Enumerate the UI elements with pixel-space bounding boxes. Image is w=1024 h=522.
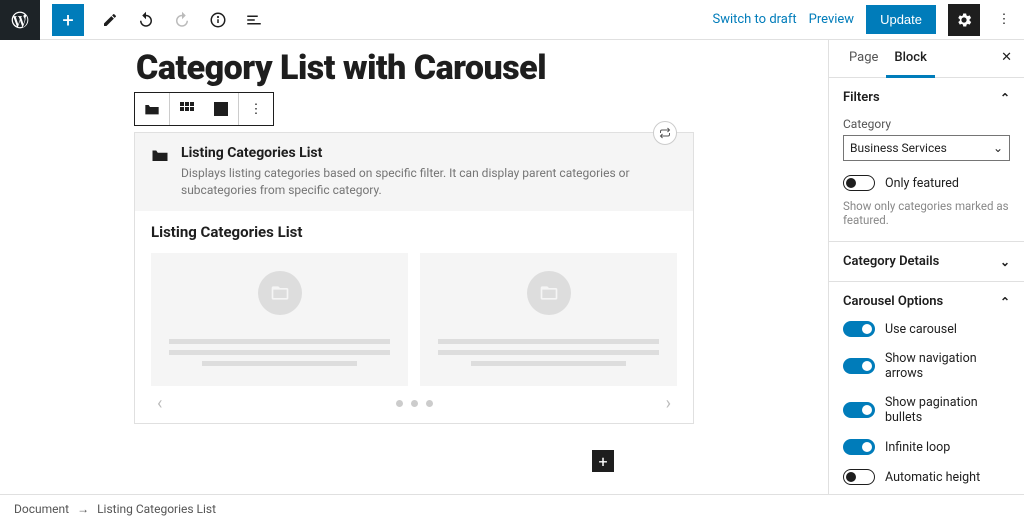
editor-canvas: Category List with Carousel ⋮ [0,40,828,494]
help-text: Show only categories marked as featured. [843,199,1010,227]
folder-open-icon [527,271,571,315]
breadcrumb: Document → Listing Categories List [0,494,1024,522]
breadcrumb-root[interactable]: Document [14,502,69,516]
category-card-placeholder [420,253,677,386]
panel-title: Carousel Options [843,294,943,309]
toggle-label: Show navigation arrows [885,351,1010,381]
sidebar-tabs: Page Block ✕ [829,40,1024,78]
wordpress-logo[interactable] [0,0,40,40]
panel-category-details: Category Details ⌄ [829,242,1024,282]
toggle-label: Automatic height [885,470,980,485]
infinite-loop-toggle[interactable] [843,439,875,455]
chevron-up-icon: ⌃ [1000,91,1010,105]
chevron-up-icon: ⌃ [1000,295,1010,309]
block-type-icon[interactable] [135,93,169,125]
only-featured-toggle[interactable] [843,175,875,191]
page-title[interactable]: Category List with Carousel [134,48,694,88]
layout-grid-icon[interactable] [170,93,204,125]
edit-tool-icon[interactable] [96,2,124,38]
insert-block-button[interactable]: + [592,450,614,472]
tab-page[interactable]: Page [841,40,886,77]
panel-filters-header[interactable]: Filters ⌃ [829,78,1024,117]
chevron-down-icon: ⌄ [993,141,1003,155]
use-carousel-toggle[interactable] [843,321,875,337]
panel-title: Category Details [843,254,939,269]
category-select[interactable]: Business Services ⌄ [843,135,1010,161]
panel-title: Filters [843,90,880,105]
block-description: Displays listing categories based on spe… [181,165,677,199]
update-button[interactable]: Update [866,5,936,34]
block-swap-icon[interactable] [653,121,677,145]
folder-icon [151,147,169,167]
toggle-label: Use carousel [885,322,957,337]
undo-icon[interactable] [132,2,160,38]
layout-full-icon[interactable] [204,93,238,125]
pagination-dot[interactable] [411,400,418,407]
listing-categories-block[interactable]: Listing Categories List Displays listing… [134,132,694,424]
show-bullets-toggle[interactable] [843,402,875,418]
pagination-dot[interactable] [426,400,433,407]
toggle-label: Infinite loop [885,440,950,455]
folder-open-icon [258,271,302,315]
toggle-label: Only featured [885,176,959,191]
info-icon[interactable] [204,2,232,38]
panel-carousel-options: Carousel Options ⌃ Use carousel Show nav… [829,282,1024,494]
settings-sidebar: Page Block ✕ Filters ⌃ Category Business… [828,40,1024,494]
redo-icon[interactable] [168,2,196,38]
auto-height-toggle[interactable] [843,469,875,485]
carousel-next-icon[interactable]: › [666,393,671,414]
block-header: Listing Categories List Displays listing… [135,133,693,211]
show-nav-toggle[interactable] [843,358,875,374]
block-more-icon[interactable]: ⋮ [239,93,273,125]
category-label: Category [843,117,1010,131]
close-sidebar-icon[interactable]: ✕ [1001,40,1012,77]
tab-block[interactable]: Block [886,40,934,78]
chevron-down-icon: ⌄ [1000,255,1010,269]
block-toolbar: ⋮ [134,92,274,126]
panel-carousel-header[interactable]: Carousel Options ⌃ [829,282,1024,321]
list-view-icon[interactable] [240,2,268,38]
preview-link[interactable]: Preview [809,12,854,27]
editor-topbar: + Switch to draft Preview Update ⋮ [0,0,1024,40]
block-body-title: Listing Categories List [151,223,677,241]
panel-filters: Filters ⌃ Category Business Services ⌄ O… [829,78,1024,242]
carousel-prev-icon[interactable]: ‹ [157,393,162,414]
more-options-icon[interactable]: ⋮ [992,2,1016,38]
breadcrumb-current[interactable]: Listing Categories List [97,502,216,516]
add-block-button[interactable]: + [52,4,84,36]
toggle-label: Show pagination bullets [885,395,1010,425]
panel-category-details-header[interactable]: Category Details ⌄ [829,242,1024,281]
breadcrumb-separator-icon: → [77,502,89,516]
block-title: Listing Categories List [181,145,677,161]
switch-to-draft-link[interactable]: Switch to draft [712,12,796,27]
select-value: Business Services [850,141,947,155]
settings-gear-button[interactable] [948,4,980,36]
category-card-placeholder [151,253,408,386]
pagination-dot[interactable] [396,400,403,407]
